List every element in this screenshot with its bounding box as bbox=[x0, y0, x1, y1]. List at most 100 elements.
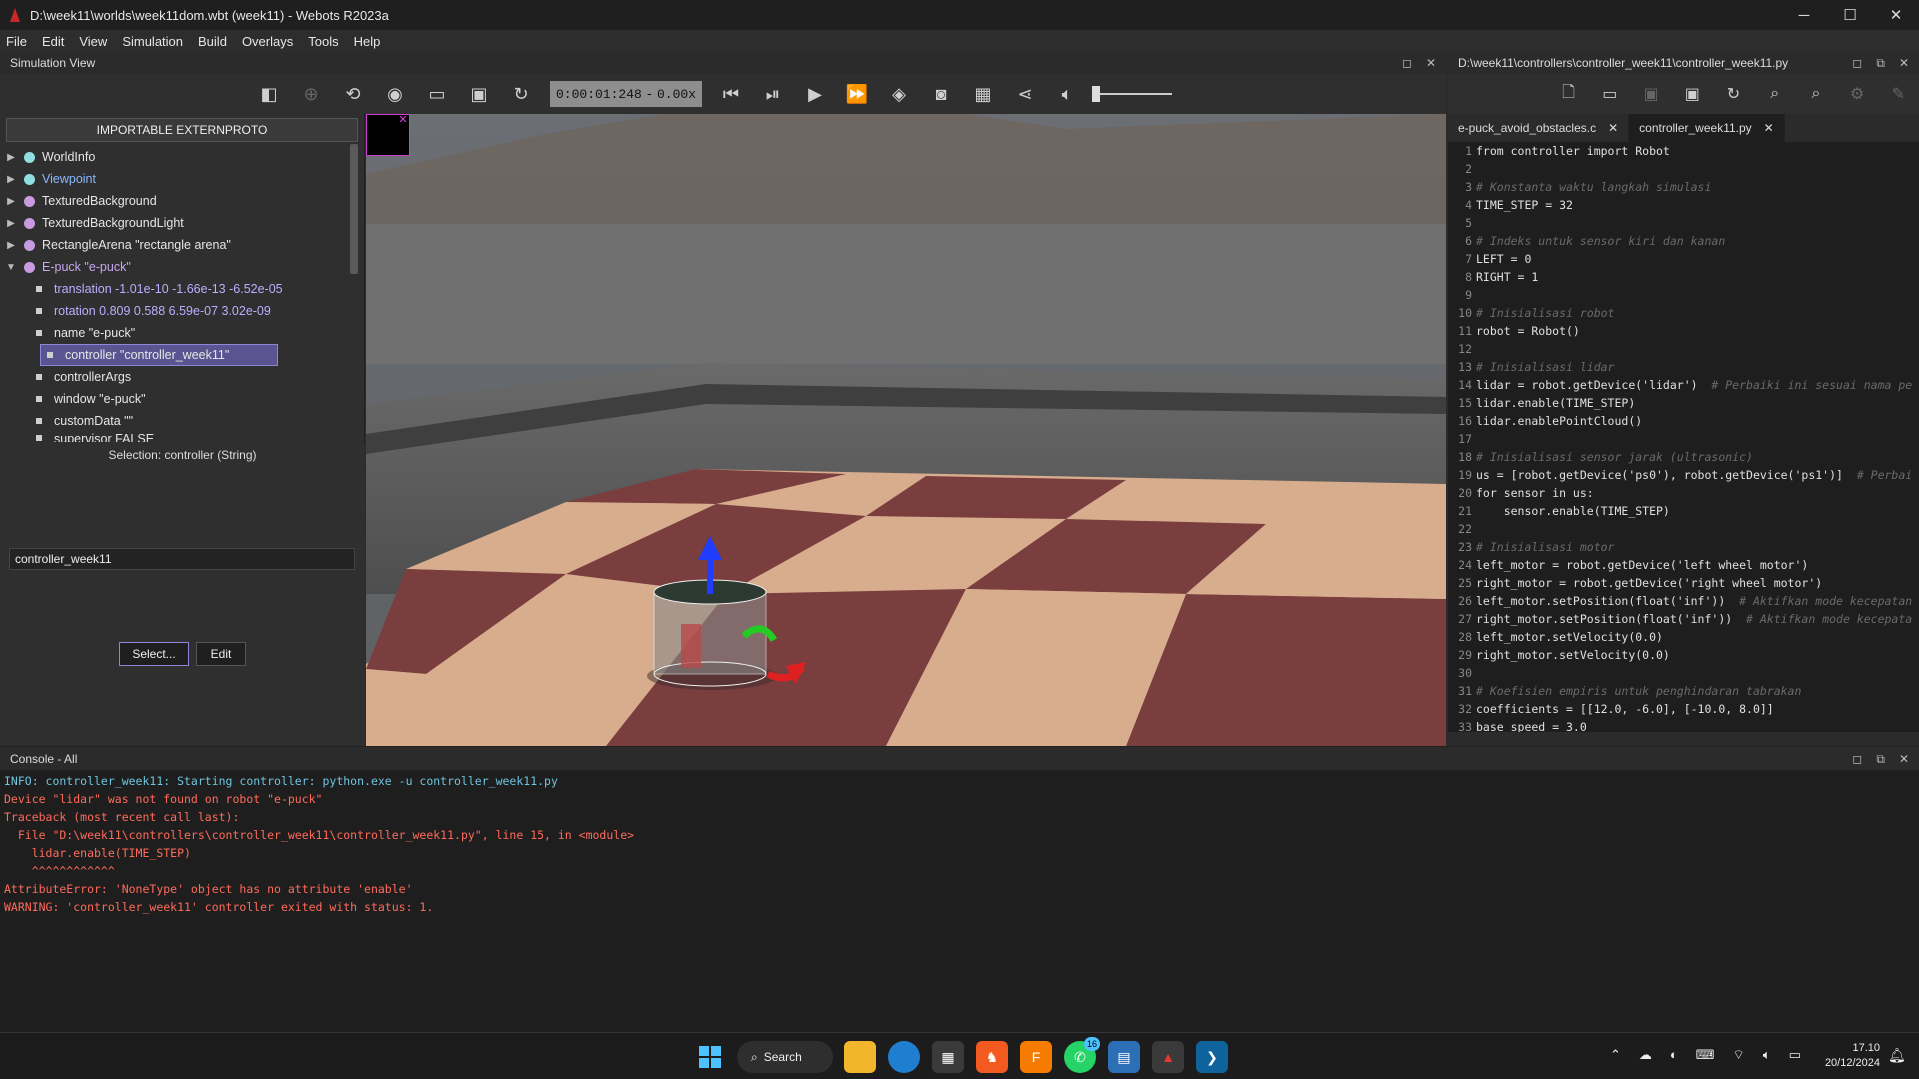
expand-arrow-icon[interactable]: ▶ bbox=[4, 240, 18, 251]
store-icon[interactable]: ▦ bbox=[932, 1041, 964, 1073]
close-overlay-icon[interactable]: ✕ bbox=[397, 115, 409, 127]
float-panel-icon[interactable]: ◻ bbox=[1402, 56, 1412, 70]
code-line[interactable]: 20 for sensor in us: bbox=[1448, 484, 1919, 502]
importable-externproto-button[interactable]: IMPORTABLE EXTERNPROTO bbox=[6, 118, 358, 142]
find-icon[interactable]: ⌕ bbox=[1760, 79, 1789, 109]
add-node-icon[interactable]: ⊕ bbox=[296, 79, 326, 109]
float-panel-icon[interactable]: ◻ bbox=[1852, 752, 1862, 767]
volume-icon[interactable]: 🔈︎ bbox=[1763, 1047, 1771, 1063]
keyboard-icon[interactable]: ⌨ bbox=[1696, 1047, 1715, 1063]
code-line[interactable]: 11 robot = Robot() bbox=[1448, 322, 1919, 340]
notepad-icon[interactable]: ▤ bbox=[1108, 1041, 1140, 1073]
code-line[interactable]: 30 bbox=[1448, 664, 1919, 682]
code-line[interactable]: 7 LEFT = 0 bbox=[1448, 250, 1919, 268]
tree-field-controller[interactable]: controller "controller_week11" bbox=[40, 344, 278, 366]
code-line[interactable]: 10 # Inisialisasi robot bbox=[1448, 304, 1919, 322]
select-controller-button[interactable]: Select... bbox=[119, 642, 189, 666]
mute-icon[interactable]: 🔈︎ bbox=[1052, 79, 1082, 109]
menu-help[interactable]: Help bbox=[354, 34, 381, 49]
webots-taskbar-icon[interactable]: ▲ bbox=[1152, 1041, 1184, 1073]
vscode-icon[interactable]: ❯ bbox=[1196, 1041, 1228, 1073]
brave-browser-icon[interactable]: ♞ bbox=[976, 1041, 1008, 1073]
close-window-button[interactable]: ✕ bbox=[1873, 0, 1919, 30]
code-line[interactable]: 13 # Inisialisasi lidar bbox=[1448, 358, 1919, 376]
code-line[interactable]: 28 left_motor.setVelocity(0.0) bbox=[1448, 628, 1919, 646]
play-icon[interactable]: ▶ bbox=[800, 79, 830, 109]
app-f-icon[interactable]: F bbox=[1020, 1041, 1052, 1073]
tree-node-epuck[interactable]: ▼ E-puck "e-puck" bbox=[0, 256, 364, 278]
edit-controller-button[interactable]: Edit bbox=[196, 642, 246, 666]
code-line[interactable]: 19 us = [robot.getDevice('ps0'), robot.ge… bbox=[1448, 466, 1919, 484]
maximize-panel-icon[interactable]: ⧉ bbox=[1876, 56, 1885, 71]
code-editor[interactable]: 1 from controller import Robot 2 3 # Konstan… bbox=[1448, 142, 1919, 732]
controller-field-input[interactable]: controller_week11 bbox=[9, 548, 355, 570]
close-tab-icon[interactable]: ✕ bbox=[1608, 121, 1618, 135]
code-line[interactable]: 32 coefficients = [[12.0, -6.0], [-10.0, … bbox=[1448, 700, 1919, 718]
tree-node-rectanglearena[interactable]: ▶ RectangleArena "rectangle arena" bbox=[0, 234, 364, 256]
console-output[interactable]: INFO: controller_week11: Starting contro… bbox=[0, 770, 1919, 1032]
volume-slider-handle[interactable] bbox=[1092, 86, 1100, 102]
save-world-icon[interactable]: ▣ bbox=[464, 79, 494, 109]
tree-field-controllerargs[interactable]: controllerArgs bbox=[0, 366, 364, 388]
maximize-button[interactable]: ☐ bbox=[1827, 0, 1873, 30]
save-all-icon[interactable]: ▣ bbox=[1678, 79, 1707, 109]
tree-field-supervisor[interactable]: supervisor FALSE bbox=[0, 432, 364, 442]
code-line[interactable]: 12 bbox=[1448, 340, 1919, 358]
menu-edit[interactable]: Edit bbox=[42, 34, 64, 49]
clean-icon[interactable]: ✎ bbox=[1884, 79, 1913, 109]
collapse-arrow-icon[interactable]: ▼ bbox=[4, 262, 18, 273]
menu-simulation[interactable]: Simulation bbox=[122, 34, 183, 49]
show-hidden-icons-icon[interactable]: ⌃ bbox=[1610, 1047, 1621, 1063]
wifi-icon[interactable]: ⌔ bbox=[1733, 1047, 1745, 1063]
expand-arrow-icon[interactable]: ▶ bbox=[4, 152, 18, 163]
minimize-button[interactable]: ─ bbox=[1781, 0, 1827, 30]
step-icon[interactable]: ⏯ bbox=[758, 79, 788, 109]
taskbar-search[interactable]: ⌕ Search bbox=[737, 1041, 833, 1073]
code-line[interactable]: 4 TIME_STEP = 32 bbox=[1448, 196, 1919, 214]
reset-simulation-icon[interactable]: ⏮ bbox=[716, 79, 746, 109]
expand-arrow-icon[interactable]: ▶ bbox=[4, 218, 18, 229]
expand-arrow-icon[interactable]: ▶ bbox=[4, 174, 18, 185]
code-line[interactable]: 9 bbox=[1448, 286, 1919, 304]
epuck-robot[interactable] bbox=[647, 579, 777, 690]
close-panel-icon[interactable]: ✕ bbox=[1899, 56, 1909, 71]
open-world-icon[interactable]: ▭ bbox=[422, 79, 452, 109]
replace-icon[interactable]: ⌕ bbox=[1801, 79, 1830, 109]
revert-icon[interactable]: ↻ bbox=[1719, 79, 1748, 109]
tab-controller-week11[interactable]: controller_week11.py ✕ bbox=[1629, 114, 1785, 142]
code-line[interactable]: 22 bbox=[1448, 520, 1919, 538]
float-panel-icon[interactable]: ◻ bbox=[1852, 56, 1862, 71]
tree-field-name[interactable]: name "e-puck" bbox=[0, 322, 364, 344]
code-line[interactable]: 18 # Inisialisasi sensor jarak (ultrasoni… bbox=[1448, 448, 1919, 466]
share-icon[interactable]: ⋖ bbox=[1010, 79, 1040, 109]
open-file-icon[interactable]: ▭ bbox=[1595, 79, 1624, 109]
screenshot-icon[interactable]: ◙ bbox=[926, 79, 956, 109]
tree-node-viewpoint[interactable]: ▶ Viewpoint bbox=[0, 168, 364, 190]
reload-world-icon[interactable]: ↻ bbox=[506, 79, 536, 109]
volume-slider[interactable] bbox=[1092, 84, 1172, 104]
tree-node-worldinfo[interactable]: ▶ WorldInfo bbox=[0, 146, 364, 168]
code-line[interactable]: 5 bbox=[1448, 214, 1919, 232]
close-tab-icon[interactable]: ✕ bbox=[1764, 121, 1774, 135]
eye-view-icon[interactable]: ◉ bbox=[380, 79, 410, 109]
code-line[interactable]: 15 lidar.enable(TIME_STEP) bbox=[1448, 394, 1919, 412]
code-line[interactable]: 3 # Konstanta waktu langkah simulasi bbox=[1448, 178, 1919, 196]
code-line[interactable]: 17 bbox=[1448, 430, 1919, 448]
menu-file[interactable]: File bbox=[6, 34, 27, 49]
reset-view-icon[interactable]: ⟲ bbox=[338, 79, 368, 109]
build-icon[interactable]: ⚙ bbox=[1843, 79, 1872, 109]
tree-node-texturedbackgroundlight[interactable]: ▶ TexturedBackgroundLight bbox=[0, 212, 364, 234]
tab-epuck-avoid-obstacles[interactable]: e-puck_avoid_obstacles.c ✕ bbox=[1448, 114, 1630, 142]
app-tray-icon[interactable]: ◐ bbox=[1670, 1047, 1678, 1063]
tree-node-texturedbackground[interactable]: ▶ TexturedBackground bbox=[0, 190, 364, 212]
taskbar-clock[interactable]: 17.10 20/12/2024 bbox=[1800, 1041, 1880, 1071]
new-file-icon[interactable]: 🗋︎ bbox=[1554, 79, 1583, 109]
menu-build[interactable]: Build bbox=[198, 34, 227, 49]
record-movie-icon[interactable]: ▦ bbox=[968, 79, 998, 109]
save-file-icon[interactable]: ▣ bbox=[1636, 79, 1665, 109]
maximize-panel-icon[interactable]: ⧉ bbox=[1876, 752, 1885, 767]
3d-viewport[interactable]: ✕ bbox=[366, 114, 1446, 746]
fast-forward-icon[interactable]: ⏩ bbox=[842, 79, 872, 109]
scene-tree-scrollbar[interactable] bbox=[350, 144, 358, 274]
code-line[interactable]: 27 right_motor.setPosition(float('inf')) … bbox=[1448, 610, 1919, 628]
